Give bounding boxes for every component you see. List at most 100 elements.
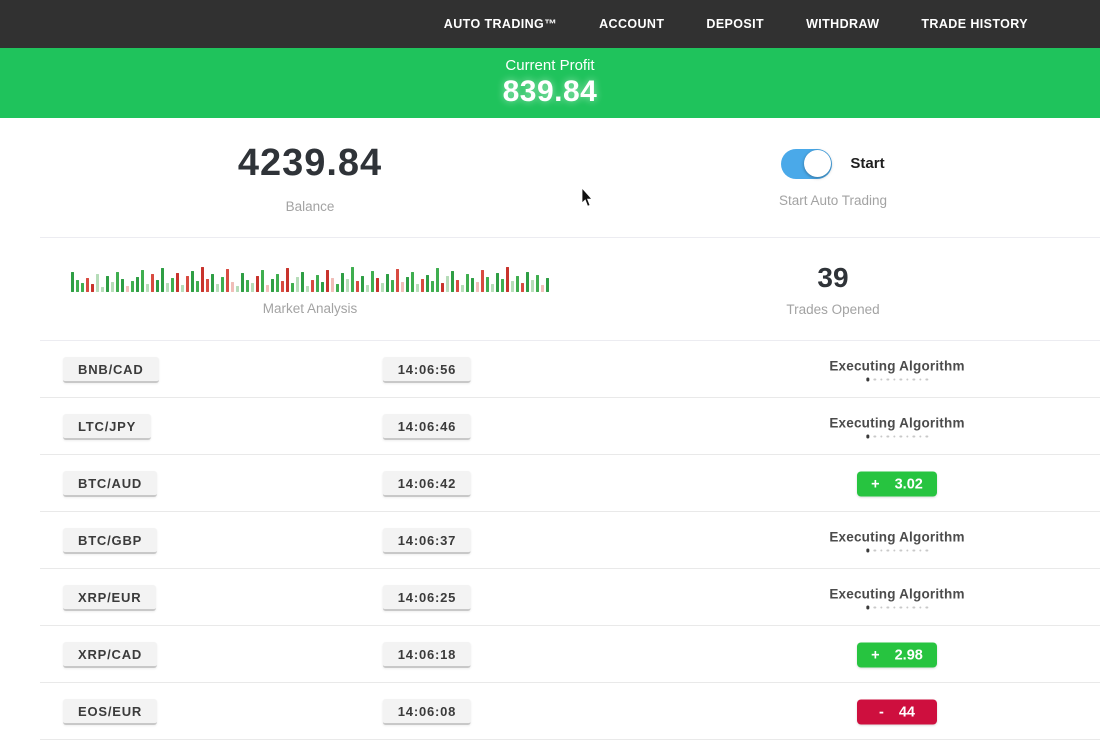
time-tag[interactable]: 14:06:25 — [383, 585, 471, 611]
progress-dots — [866, 435, 928, 438]
chart-bar — [111, 282, 114, 292]
time-tag[interactable]: 14:06:08 — [383, 699, 471, 725]
time-tag[interactable]: 14:06:46 — [383, 414, 471, 440]
market-analysis-label: Market Analysis — [263, 301, 358, 316]
progress-dot — [906, 549, 909, 552]
pair-tag[interactable]: XRP/CAD — [63, 642, 157, 668]
progress-dot — [919, 378, 922, 381]
pair-tag[interactable]: LTC/JPY — [63, 414, 151, 440]
chart-bar — [206, 279, 209, 292]
time-tag[interactable]: 14:06:18 — [383, 642, 471, 668]
profit-badge: +3.02 — [857, 471, 937, 496]
time-tag[interactable]: 14:06:56 — [383, 357, 471, 383]
chart-bar — [71, 272, 74, 292]
progress-dot — [893, 378, 896, 381]
chart-bar — [506, 267, 509, 292]
executing-algorithm-label: Executing Algorithm — [829, 586, 964, 601]
chart-bar — [361, 276, 364, 292]
trades-opened-block: 39 Trades Opened — [620, 238, 1046, 341]
chart-bar — [121, 279, 124, 292]
pair-tag[interactable]: BNB/CAD — [63, 357, 159, 383]
trades-table: BNB/CAD 14:06:56 Executing Algorithm LTC… — [0, 341, 1100, 740]
pair-tag[interactable]: BTC/GBP — [63, 528, 157, 554]
chart-bar — [496, 273, 499, 292]
chart-bar — [116, 272, 119, 292]
chart-bar — [471, 278, 474, 292]
chart-bar — [91, 284, 94, 292]
progress-dots — [866, 549, 928, 552]
chart-bar — [231, 282, 234, 292]
progress-dot — [913, 378, 916, 381]
chart-bar — [546, 278, 549, 292]
chart-bar — [161, 268, 164, 292]
profit-badge: +2.98 — [857, 642, 937, 667]
balance-value: 4239.84 — [238, 142, 382, 185]
chart-bar — [341, 273, 344, 292]
chart-bar — [356, 281, 359, 292]
trades-opened-value: 39 — [817, 262, 848, 294]
chart-bar — [456, 280, 459, 292]
chart-bar — [336, 284, 339, 292]
nav-trade-history[interactable]: TRADE HISTORY — [921, 17, 1028, 31]
chart-bar — [131, 281, 134, 292]
table-row: XRP/EUR 14:06:25 Executing Algorithm — [0, 569, 1100, 626]
chart-bar — [156, 280, 159, 292]
progress-dot — [893, 606, 896, 609]
progress-dot — [913, 549, 916, 552]
progress-dot — [880, 549, 883, 552]
nav-auto-trading[interactable]: AUTO TRADING™ — [444, 17, 557, 31]
chart-bar — [306, 286, 309, 292]
status-cell: Executing Algorithm — [829, 415, 964, 438]
progress-dot — [900, 606, 903, 609]
chart-bar — [181, 285, 184, 292]
table-row: LTC/JPY 14:06:46 Executing Algorithm — [0, 398, 1100, 455]
chart-bar — [226, 269, 229, 292]
chart-bar — [136, 277, 139, 292]
chart-bar — [166, 283, 169, 292]
time-tag[interactable]: 14:06:37 — [383, 528, 471, 554]
chart-bar — [251, 283, 254, 292]
chart-bar — [406, 277, 409, 292]
pair-tag[interactable]: EOS/EUR — [63, 699, 157, 725]
result-sign: + — [871, 476, 879, 492]
progress-dot — [887, 378, 890, 381]
chart-bar — [521, 283, 524, 292]
chart-bar — [86, 278, 89, 292]
progress-dots — [866, 606, 928, 609]
table-row: BTC/AUD 14:06:42 +3.02 — [0, 455, 1100, 512]
market-analysis-chart — [71, 264, 549, 292]
progress-dot — [893, 435, 896, 438]
progress-dot — [900, 435, 903, 438]
time-tag[interactable]: 14:06:42 — [383, 471, 471, 497]
chart-bar — [211, 274, 214, 292]
pair-tag[interactable]: BTC/AUD — [63, 471, 157, 497]
progress-dot — [926, 378, 929, 381]
nav-withdraw[interactable]: WITHDRAW — [806, 17, 879, 31]
chart-bar — [281, 281, 284, 292]
chart-bar — [461, 285, 464, 292]
chart-bar — [101, 287, 104, 292]
progress-dot — [874, 549, 877, 552]
toggle-start-label: Start — [850, 155, 884, 172]
pair-tag[interactable]: XRP/EUR — [63, 585, 156, 611]
chart-bar — [276, 274, 279, 292]
chart-bar — [391, 280, 394, 292]
toggle-knob[interactable] — [804, 150, 831, 177]
executing-algorithm-label: Executing Algorithm — [829, 415, 964, 430]
chart-bar — [216, 284, 219, 292]
chart-bar — [301, 272, 304, 292]
chart-bar — [221, 277, 224, 292]
chart-bar — [106, 276, 109, 292]
chart-bar — [176, 273, 179, 292]
nav-account[interactable]: ACCOUNT — [599, 17, 664, 31]
status-cell: -44 — [857, 699, 937, 724]
chart-bar — [381, 283, 384, 292]
chart-bar — [271, 279, 274, 292]
chart-bar — [411, 272, 414, 292]
chart-bar — [186, 276, 189, 292]
balance-label: Balance — [286, 199, 335, 214]
auto-trading-toggle[interactable] — [781, 149, 832, 179]
chart-bar — [311, 280, 314, 292]
chart-bar — [291, 283, 294, 292]
nav-deposit[interactable]: DEPOSIT — [706, 17, 764, 31]
